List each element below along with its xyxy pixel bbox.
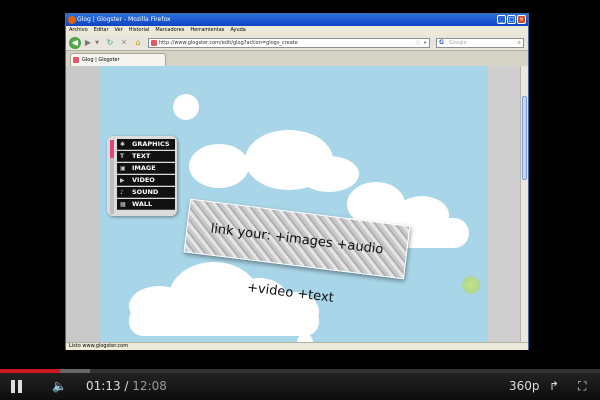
back-button[interactable]: ◀ <box>69 37 81 49</box>
tool-wall-label: WALL <box>132 200 153 208</box>
site-favicon-icon <box>151 40 157 46</box>
tab-glogster[interactable]: Glog | Glogster <box>70 53 166 66</box>
menu-bar: Archivo Editar Ver Historial Marcadores … <box>66 26 528 35</box>
menu-historial[interactable]: Historial <box>129 26 150 35</box>
video-icon: ▶ <box>120 177 125 184</box>
tool-video-label: VIDEO <box>132 176 155 184</box>
tool-text-label: TEXT <box>132 152 151 160</box>
home-button[interactable]: ⌂ <box>132 37 144 49</box>
fullscreen-icon[interactable]: ⛶ <box>578 373 586 400</box>
menu-ayuda[interactable]: Ayuda <box>230 26 245 35</box>
tool-sound[interactable]: ♪ SOUND <box>117 187 175 198</box>
tool-video[interactable]: ▶ VIDEO <box>117 175 175 186</box>
cursor-highlight <box>462 276 480 294</box>
status-bar: Listo www.glogster.com <box>66 342 528 350</box>
text-icon: T <box>120 153 125 160</box>
tool-sound-label: SOUND <box>132 188 159 196</box>
url-text: http://www.glogster.com/edit/glog?action… <box>159 40 298 46</box>
share-icon[interactable]: ↱ <box>549 373 559 400</box>
time-display: 01:13 / 12:08 <box>86 373 167 400</box>
status-text: Listo www.glogster.com <box>69 343 129 349</box>
time-separator: / <box>124 379 129 393</box>
maximize-button[interactable]: □ <box>507 15 516 24</box>
vertical-scrollbar[interactable] <box>520 66 528 342</box>
window-title: Glog | Glogster - Mozilla Firefox <box>77 16 171 23</box>
history-dropdown-icon[interactable]: ▼ <box>94 37 100 49</box>
tool-graphics[interactable]: ✱ GRAPHICS <box>117 139 175 150</box>
menu-marcadores[interactable]: Marcadores <box>155 26 184 35</box>
bookmark-star-icon[interactable]: ☆ <box>415 39 421 47</box>
cloud-small <box>297 334 313 342</box>
browser-window: Glog | Glogster - Mozilla Firefox _ □ × … <box>65 13 529 350</box>
navigation-toolbar: ◀ ▶ ▼ ↻ ✕ ⌂ http://www.glogster.com/edit… <box>66 35 528 51</box>
tab-favicon-icon <box>73 57 79 63</box>
current-time: 01:13 <box>86 379 121 393</box>
google-icon: G <box>439 39 444 46</box>
duration: 12:08 <box>132 379 167 393</box>
go-icon[interactable]: ▸ <box>424 39 427 47</box>
tool-wall[interactable]: ▦ WALL <box>117 199 175 210</box>
stop-button[interactable]: ✕ <box>118 37 130 49</box>
video-controls: 🔈 01:13 / 12:08 360p ↱ ⛶ <box>0 373 600 400</box>
scrollbar-thumb[interactable] <box>522 96 527 180</box>
cloud-top <box>299 156 359 192</box>
glog-toolbox: ✱ GRAPHICS T TEXT ▣ IMAGE ▶ VIDEO ♪ SOUN… <box>107 136 177 216</box>
menu-archivo[interactable]: Archivo <box>69 26 88 35</box>
tab-label: Glog | Glogster <box>82 57 120 63</box>
search-icon[interactable]: ⌕ <box>518 39 521 47</box>
title-bar: Glog | Glogster - Mozilla Firefox _ □ × <box>66 14 528 26</box>
tool-image-label: IMAGE <box>132 164 156 172</box>
menu-ver[interactable]: Ver <box>115 26 123 35</box>
cloud-top <box>189 144 249 188</box>
video-player: Glog | Glogster - Mozilla Firefox _ □ × … <box>0 0 600 400</box>
pause-icon[interactable] <box>8 373 26 400</box>
toolbox-handle[interactable] <box>110 140 114 214</box>
search-placeholder: Google <box>449 40 467 46</box>
wall-icon: ▦ <box>120 201 126 208</box>
sound-icon: ♪ <box>120 189 124 196</box>
close-button[interactable]: × <box>517 15 526 24</box>
page-content: ↖ ✱ GRAPHICS T TEXT ▣ IMAGE ▶ VID <box>66 66 528 342</box>
quality-button[interactable]: 360p <box>509 373 540 400</box>
menu-herramientas[interactable]: Herramientas <box>190 26 224 35</box>
tab-strip: Glog | Glogster <box>66 51 528 66</box>
window-buttons: _ □ × <box>497 15 526 24</box>
search-input[interactable]: G Google ⌕ <box>436 38 524 48</box>
firefox-icon <box>68 16 76 24</box>
minimize-button[interactable]: _ <box>497 15 506 24</box>
tool-image[interactable]: ▣ IMAGE <box>117 163 175 174</box>
reload-button[interactable]: ↻ <box>104 37 116 49</box>
page-gutter <box>488 66 520 342</box>
image-icon: ▣ <box>120 165 126 172</box>
toolbox-handle-accent <box>110 140 114 158</box>
cloud-small <box>173 94 199 120</box>
volume-icon[interactable]: 🔈 <box>52 373 74 400</box>
graphics-icon: ✱ <box>120 141 126 148</box>
menu-editar[interactable]: Editar <box>94 26 109 35</box>
tool-text[interactable]: T TEXT <box>117 151 175 162</box>
forward-button[interactable]: ▶ <box>83 37 93 49</box>
address-bar[interactable]: http://www.glogster.com/edit/glog?action… <box>148 38 430 48</box>
tool-graphics-label: GRAPHICS <box>132 140 170 148</box>
